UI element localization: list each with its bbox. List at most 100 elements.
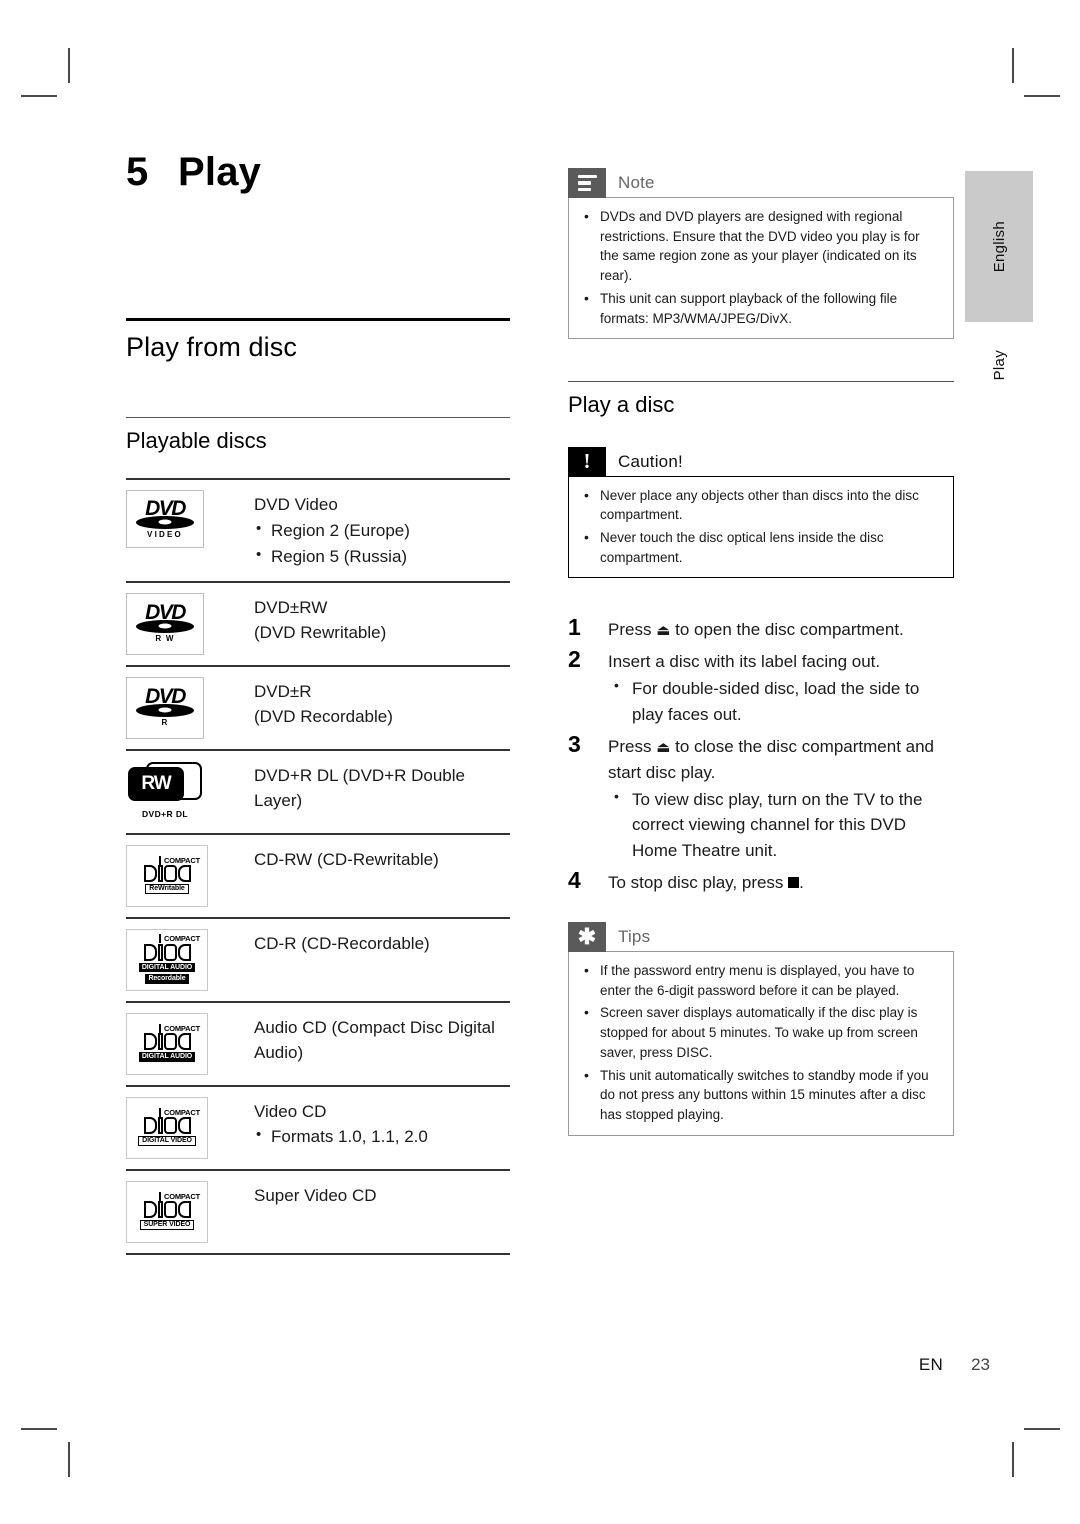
crop-mark-top-right-horizontal xyxy=(1024,95,1060,97)
note-box-header: Note xyxy=(568,168,954,198)
step-text-before: To stop disc play, press xyxy=(608,873,789,892)
cd-logo-disc-art xyxy=(143,1033,191,1051)
note-lines-glyph xyxy=(577,174,597,192)
step-text: Press ⏏ to open the disc compartment. xyxy=(608,612,954,643)
cd-glyph-s xyxy=(163,1033,177,1051)
step-number: 1 xyxy=(568,614,581,641)
language-edge-tab-label: English xyxy=(990,220,1008,273)
footer-page-number: 23 xyxy=(971,1355,990,1374)
cd-logo-compact-label: COMPACT xyxy=(159,1192,200,1201)
disc-text-cell: DVD+R DL (DVD+R Double Layer) xyxy=(254,761,510,814)
cd-glyph-i xyxy=(157,943,163,961)
table-row: DVD R DVD±R (DVD Recordable) xyxy=(126,667,510,751)
asterisk-glyph: ✱ xyxy=(577,924,597,950)
table-row: DVD VIDEO DVD Video Region 2 (Europe) Re… xyxy=(126,480,510,583)
disc-text-cell: Video CD Formats 1.0, 1.1, 2.0 xyxy=(254,1097,510,1151)
step-text: Insert a disc with its label facing out.… xyxy=(608,644,954,727)
disc-logo-cell: RW DVD+R DL xyxy=(126,761,254,821)
crop-mark-top-right-vertical xyxy=(1012,48,1014,83)
disc-logo-cell: COMPACT DIGITAL AUDIO xyxy=(126,1012,254,1075)
disc-title: DVD±R xyxy=(254,681,312,701)
dvd-rw-logo: DVD R W xyxy=(126,592,204,655)
cd-logo-compact-label: COMPACT xyxy=(159,934,200,943)
disc-title: CD-R (CD-Recordable) xyxy=(254,933,430,953)
disc-title: DVD+R DL (DVD+R Double Layer) xyxy=(254,765,465,811)
cd-logo-compact-label: COMPACT xyxy=(159,1024,200,1033)
step-text-after: to open the disc compartment. xyxy=(670,620,904,640)
table-row: RW DVD+R DL DVD+R DL (DVD+R Double Layer… xyxy=(126,751,510,835)
disc-logo-cell: DVD VIDEO xyxy=(126,490,254,549)
list-item: For double-sided disc, load the side to … xyxy=(608,675,954,728)
step-text-after: . xyxy=(799,873,804,892)
footer-locale: EN xyxy=(918,1355,944,1374)
step-text: To stop disc play, press . xyxy=(608,865,954,896)
cd-logo-disc-art xyxy=(143,943,191,961)
disc-bullet-list: Formats 1.0, 1.1, 2.0 xyxy=(254,1123,510,1150)
asterisk-icon: ✱ xyxy=(568,922,606,953)
step-text: Press ⏏ to close the disc compartment an… xyxy=(608,729,954,864)
step-item: 3 Press ⏏ to close the disc compartment … xyxy=(568,729,954,864)
tips-list: If the password entry menu is displayed,… xyxy=(581,960,941,1125)
caution-box-header: ! Caution! xyxy=(568,446,954,477)
step-item: 1 Press ⏏ to open the disc compartment. xyxy=(568,612,954,643)
disc-logo-cell: COMPACT DIGITAL AUDIO Recordable xyxy=(126,928,254,991)
note-list: DVDs and DVD players are designed with r… xyxy=(581,206,941,328)
cd-logo-band: DIGITAL VIDEO xyxy=(138,1136,196,1147)
cd-glyph-i xyxy=(157,1201,163,1219)
crop-mark-bottom-right-vertical xyxy=(1012,1442,1014,1477)
rw-logo-caption: DVD+R DL xyxy=(142,808,188,819)
cd-logo-band-audio: DIGITAL AUDIO xyxy=(138,962,196,973)
cd-logo-disc-art xyxy=(143,1201,191,1219)
step-text-before: Press xyxy=(608,620,657,640)
step-text-before: Press xyxy=(608,736,657,756)
playable-discs-table: DVD VIDEO DVD Video Region 2 (Europe) Re… xyxy=(126,478,510,1255)
crop-mark-top-left-horizontal xyxy=(21,95,57,97)
exclamation-icon: ! xyxy=(568,446,606,477)
disc-text-cell: DVD±RW (DVD Rewritable) xyxy=(254,593,510,646)
cd-logo-band: Recordable xyxy=(145,974,189,984)
disc-text-cell: Super Video CD xyxy=(254,1181,510,1209)
cd-logo-band: ReWritable xyxy=(145,884,189,895)
table-row: COMPACT DIGITAL VIDEO Video CD Formats 1 xyxy=(126,1087,510,1171)
disc-subtitle: (DVD Rewritable) xyxy=(254,623,387,643)
cd-glyph-c xyxy=(177,1033,191,1051)
crop-mark-top-left-vertical xyxy=(68,48,70,83)
disc-title: DVD±RW xyxy=(254,597,328,617)
table-row: COMPACT DIGITAL AUDIO Audio CD (Compact … xyxy=(126,1003,510,1087)
rw-logo-word: RW xyxy=(141,773,171,795)
table-row: COMPACT SUPER VIDEO Super Video CD xyxy=(126,1171,510,1255)
dvd-r-logo: DVD R xyxy=(126,676,204,739)
disc-text-cell: CD-R (CD-Recordable) xyxy=(254,929,510,957)
list-item: Region 2 (Europe) xyxy=(254,517,510,544)
list-item: Never place any objects other than discs… xyxy=(581,485,941,525)
disc-text-cell: Audio CD (Compact Disc Digital Audio) xyxy=(254,1013,510,1066)
disc-subtitle: (DVD Recordable) xyxy=(254,707,393,727)
tips-box-label: Tips xyxy=(618,927,651,947)
note-lines-icon xyxy=(568,168,606,198)
caution-box-body: Never place any objects other than discs… xyxy=(568,475,954,579)
caution-box: ! Caution! Never place any objects other… xyxy=(568,446,954,579)
tips-box: ✱ Tips If the password entry menu is dis… xyxy=(568,922,954,1136)
list-item: DVDs and DVD players are designed with r… xyxy=(581,206,941,286)
eject-icon: ⏏ xyxy=(656,738,671,756)
section-edge-tab-label: Play xyxy=(990,349,1008,381)
disc-title: Audio CD (Compact Disc Digital Audio) xyxy=(254,1017,495,1063)
disc-text-cell: DVD±R (DVD Recordable) xyxy=(254,677,510,730)
step-number: 4 xyxy=(568,867,581,893)
cd-r-logo: COMPACT DIGITAL AUDIO Recordable xyxy=(126,928,208,991)
cd-logo-disc-art xyxy=(143,865,191,883)
list-item: Region 5 (Russia) xyxy=(254,543,510,570)
language-edge-tab: English xyxy=(965,171,1033,322)
dvd-logo-ellipse xyxy=(136,703,194,717)
section-heading: Play from disc xyxy=(126,332,297,362)
cd-glyph-s xyxy=(163,865,177,883)
disc-logo-cell: COMPACT SUPER VIDEO xyxy=(126,1180,254,1243)
caution-box-label: Caution! xyxy=(618,451,683,471)
video-cd-logo: COMPACT DIGITAL VIDEO xyxy=(126,1096,208,1159)
right-column: Note DVDs and DVD players are designed w… xyxy=(568,168,954,1136)
cd-logo-disc-art xyxy=(143,1117,191,1135)
disc-logo-cell: COMPACT ReWritable xyxy=(126,844,254,907)
tips-box-body: If the password entry menu is displayed,… xyxy=(568,951,954,1136)
cd-glyph-c xyxy=(177,943,191,961)
section-edge-tab: Play xyxy=(965,335,1033,395)
